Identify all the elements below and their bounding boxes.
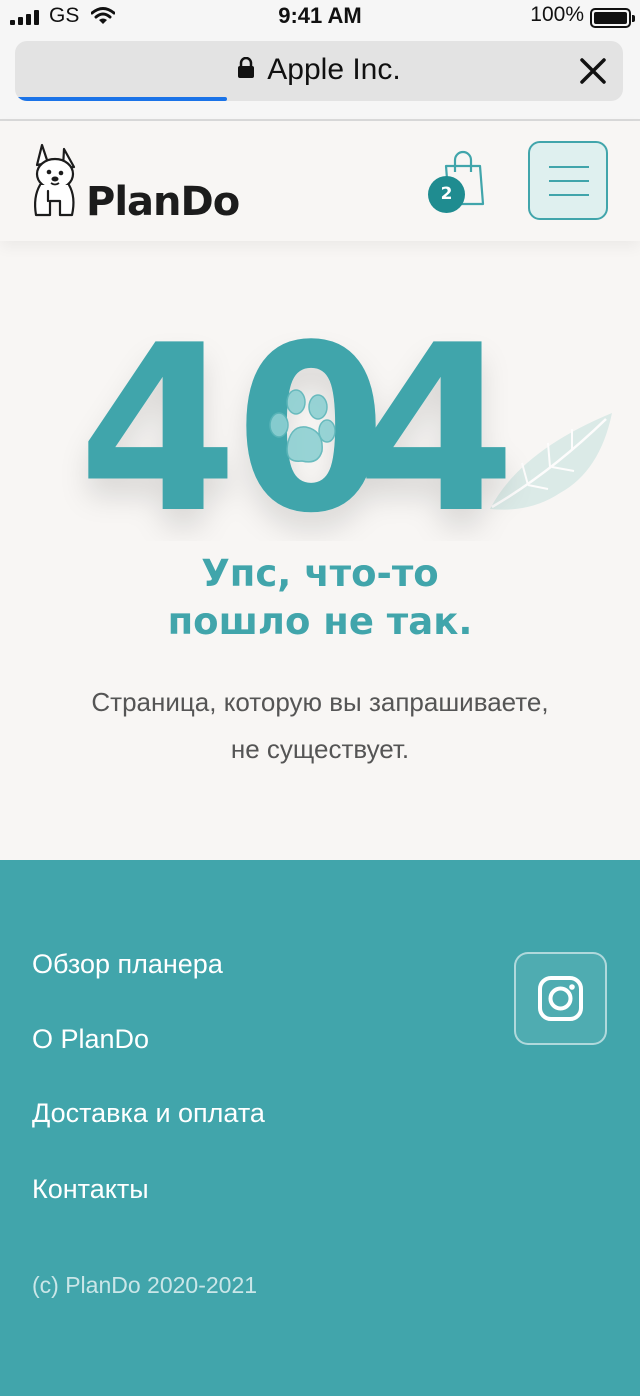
menu-line-icon <box>549 180 589 182</box>
dog-logo-icon[interactable] <box>28 141 84 221</box>
instagram-icon <box>538 976 583 1021</box>
error-heading-line: Упс, что-то <box>201 552 439 595</box>
error-code-text: 4 0 4 <box>78 297 516 541</box>
footer-link-planner-overview[interactable]: Обзор планера <box>32 949 223 980</box>
error-heading: Упс, что-то пошло не так. <box>0 550 640 646</box>
page-load-progress <box>15 97 227 101</box>
battery-percent: 100% <box>530 3 584 26</box>
site-header: PlanDo 2 <box>0 121 640 241</box>
error-hero: 4 0 4 Упс, что-то пошло не так. Страница… <box>0 241 640 860</box>
cart-button[interactable]: 2 <box>428 150 488 213</box>
svg-text:4: 4 <box>78 297 238 541</box>
address-title-text: Apple Inc. <box>267 53 401 86</box>
error-description-line: не существует. <box>230 734 410 764</box>
copyright-text: (c) PlanDo 2020-2021 <box>32 1272 258 1298</box>
error-code-graphic: 4 0 4 <box>78 297 612 541</box>
battery-icon <box>590 8 635 28</box>
footer-link-contacts[interactable]: Контакты <box>32 1174 149 1205</box>
cart-count-badge: 2 <box>428 176 465 213</box>
error-description-line: Страница, которую вы запрашиваете, <box>91 687 549 717</box>
error-description: Страница, которую вы запрашиваете, не су… <box>0 679 640 773</box>
instagram-button[interactable] <box>514 952 607 1045</box>
menu-line-icon <box>549 194 589 196</box>
address-title: Apple Inc. <box>15 53 623 87</box>
error-heading-line: пошло не так. <box>167 600 473 643</box>
hamburger-menu-button[interactable] <box>528 141 608 220</box>
site-footer: Обзор планера O PlanDo Доставка и оплата… <box>0 860 640 1396</box>
address-bar[interactable]: Apple Inc. <box>15 41 623 101</box>
svg-text:4: 4 <box>356 297 516 541</box>
status-bar: GS 9:41 AM 100% <box>0 0 640 34</box>
footer-link-delivery[interactable]: Доставка и оплата <box>32 1098 265 1129</box>
close-icon[interactable] <box>577 55 609 87</box>
footer-link-about[interactable]: O PlanDo <box>32 1024 149 1055</box>
lock-icon <box>238 57 255 79</box>
browser-chrome: GS 9:41 AM 100% Apple Inc. <box>0 0 640 121</box>
logo-text[interactable]: PlanDo <box>86 179 240 225</box>
menu-line-icon <box>549 166 589 168</box>
